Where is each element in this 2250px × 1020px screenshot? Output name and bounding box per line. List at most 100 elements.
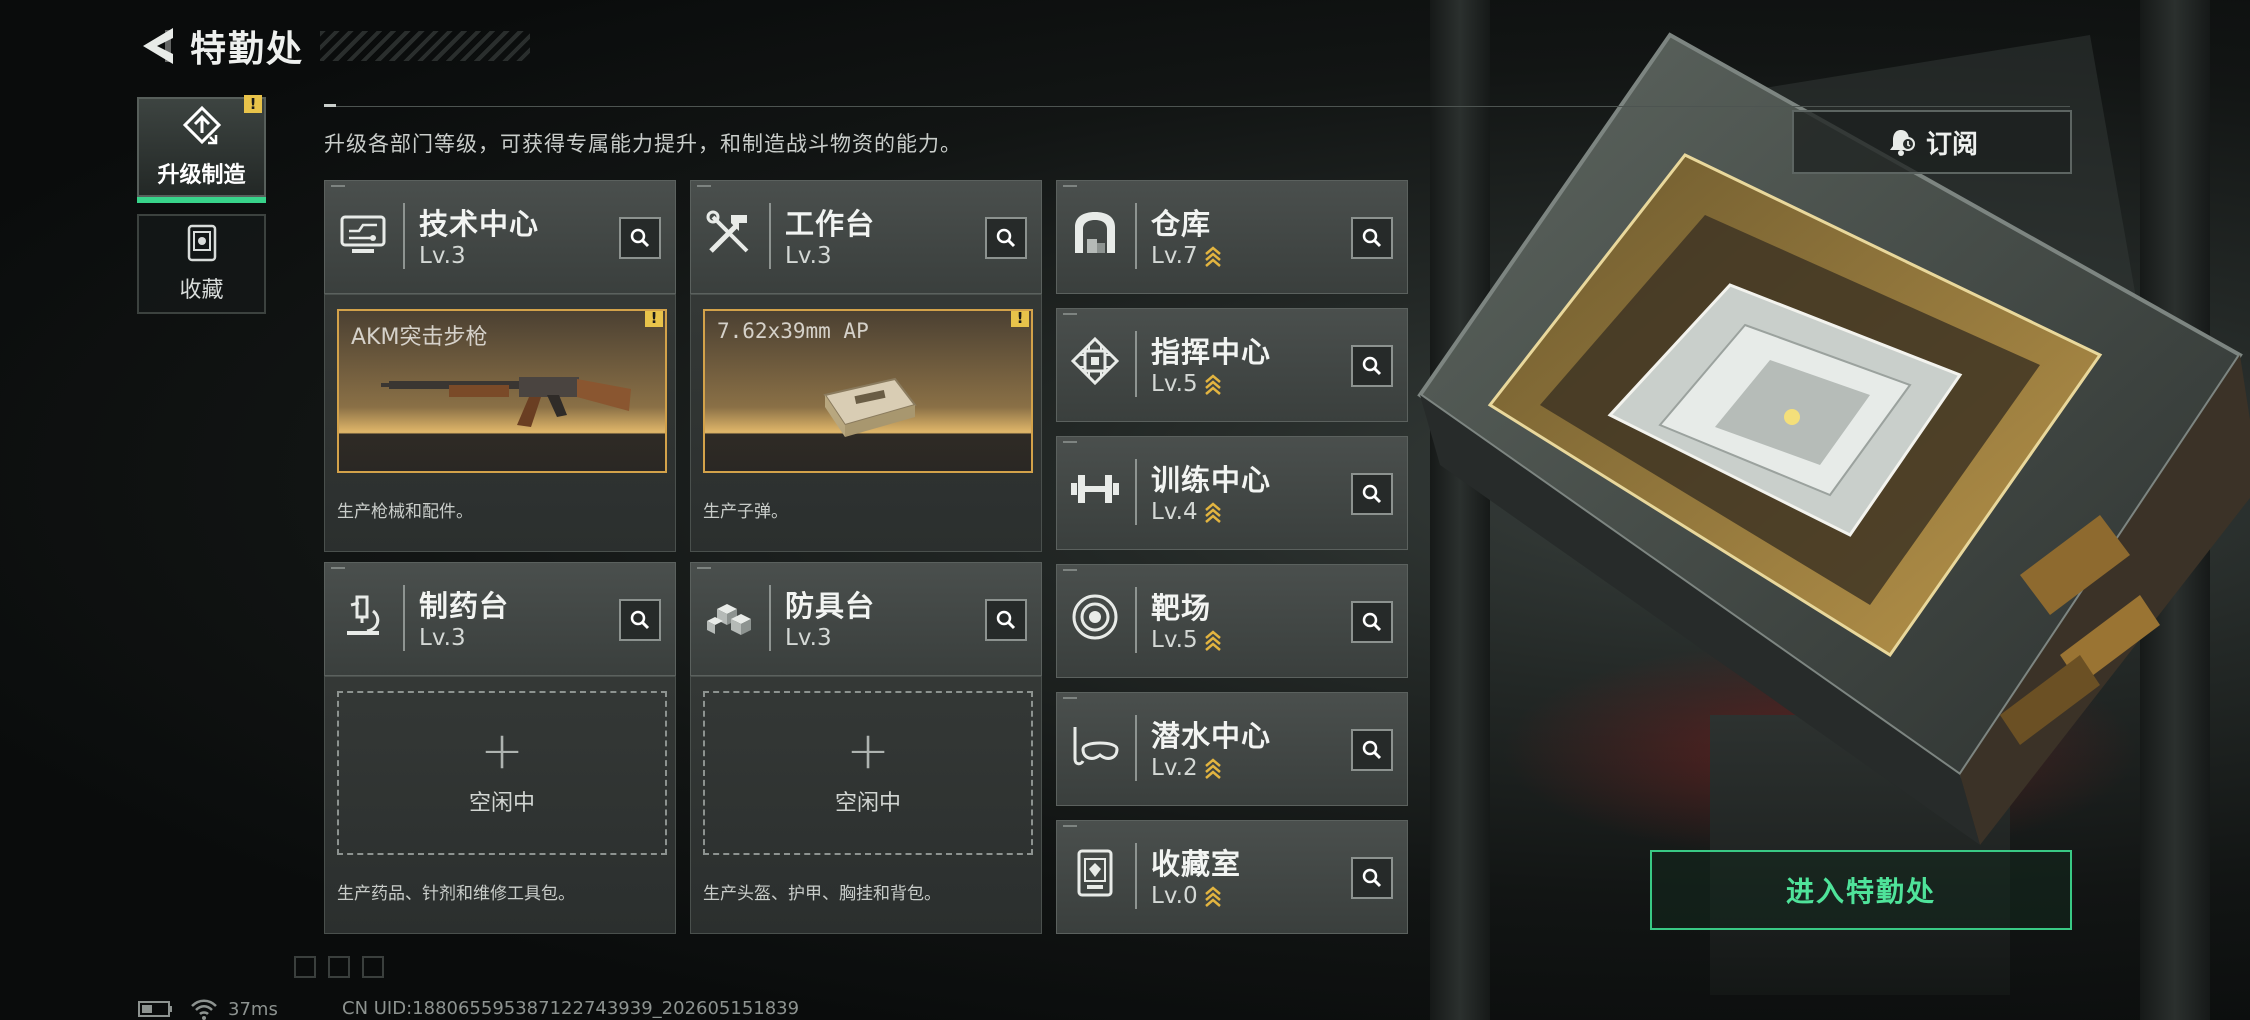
corner-tick (1063, 825, 1077, 827)
dept-card-shooting-range[interactable]: 靶场 Lv.5 (1056, 564, 1408, 678)
ammo-box-icon (823, 377, 917, 437)
corner-tick (1063, 441, 1077, 443)
dept-level: Lv.3 (785, 625, 832, 651)
production-panel-workbench: 7.62x39mm AP ! 生产子弹。 (690, 294, 1042, 552)
search-button[interactable] (1351, 217, 1393, 259)
decor-square (294, 956, 316, 978)
back-button[interactable] (136, 22, 180, 70)
search-button[interactable] (985, 599, 1027, 641)
rank-chevron-icon (1204, 886, 1221, 907)
dept-description: 生产药品、针剂和维修工具包。 (337, 884, 575, 904)
wifi-icon (191, 999, 217, 1020)
search-icon (1362, 484, 1382, 504)
dept-card-armor[interactable]: 防具台 Lv.3 (690, 562, 1042, 676)
search-button[interactable] (1351, 857, 1393, 899)
idle-label: 空闲中 (468, 791, 535, 816)
dept-name: 靶场 (1151, 591, 1212, 625)
search-button[interactable] (1351, 729, 1393, 771)
search-button[interactable] (985, 217, 1027, 259)
card-divider (1135, 459, 1137, 525)
search-icon (1362, 740, 1382, 760)
display-case-icon (1077, 849, 1113, 897)
search-icon (1362, 356, 1382, 376)
dept-card-diving-center[interactable]: 潜水中心 Lv.2 (1056, 692, 1408, 806)
decor-square (362, 956, 384, 978)
card-divider (1135, 331, 1137, 397)
dept-name: 技术中心 (419, 207, 540, 241)
dept-name: 工作台 (785, 207, 876, 241)
production-panel-tech: AKM突击步枪 ! 生产枪械和配件。 (324, 294, 676, 552)
bell-icon (1889, 130, 1915, 156)
dept-name: 训练中心 (1151, 463, 1272, 497)
search-button[interactable] (1351, 345, 1393, 387)
dept-level: Lv.5 (1151, 627, 1222, 653)
battery-icon (138, 1001, 172, 1017)
dept-card-workbench[interactable]: 工作台 Lv.3 (690, 180, 1042, 294)
dept-card-command-center[interactable]: 指挥中心 Lv.5 (1056, 308, 1408, 422)
dept-card-tech-center[interactable]: 技术中心 Lv.3 (324, 180, 676, 294)
production-panel-pharmacy: + 空闲中 生产药品、针剂和维修工具包。 (324, 676, 676, 934)
corner-tick (1063, 313, 1077, 315)
corner-tick (697, 185, 711, 187)
subscribe-button[interactable]: 订阅 (1792, 110, 2072, 174)
dept-card-pharmacy[interactable]: 制药台 Lv.3 (324, 562, 676, 676)
dept-card-collection-room[interactable]: 收藏室 Lv.0 (1056, 820, 1408, 934)
dumbbell-icon (1071, 475, 1119, 503)
plus-icon: + (480, 721, 524, 781)
dept-name: 制药台 (419, 589, 510, 623)
search-icon (1362, 612, 1382, 632)
dept-card-training-center[interactable]: 训练中心 Lv.4 (1056, 436, 1408, 550)
rank-chevron-icon (1204, 374, 1221, 395)
dept-level: Lv.4 (1151, 499, 1222, 525)
search-icon (1362, 228, 1382, 248)
warning-badge: ! (1011, 311, 1029, 327)
dept-level: Lv.0 (1151, 883, 1222, 909)
monitor-circuit-icon (340, 215, 386, 253)
chip-icon (1070, 336, 1120, 386)
card-divider (403, 585, 405, 651)
dept-name: 防具台 (785, 589, 876, 623)
dept-card-warehouse[interactable]: 仓库 Lv.7 (1056, 180, 1408, 294)
corner-tick (1063, 569, 1077, 571)
card-divider (1135, 203, 1137, 269)
production-slot-empty[interactable]: + 空闲中 (337, 691, 667, 855)
search-icon (630, 228, 650, 248)
search-button[interactable] (619, 217, 661, 259)
diving-mask-icon (1073, 727, 1119, 766)
dept-name: 仓库 (1151, 207, 1212, 241)
card-divider (1135, 715, 1137, 781)
divider-mark (324, 104, 336, 107)
production-slot-akm[interactable]: AKM突击步枪 ! (337, 309, 667, 473)
production-slot-ammo[interactable]: 7.62x39mm AP ! (703, 309, 1033, 473)
dept-level: Lv.3 (785, 243, 832, 269)
corner-tick (697, 567, 711, 569)
search-icon (1362, 868, 1382, 888)
cubes-icon (707, 604, 751, 635)
production-slot-empty[interactable]: + 空闲中 (703, 691, 1033, 855)
tab-upgrade-manufacture[interactable]: 升级制造 ! (137, 95, 266, 203)
dept-level: Lv.3 (419, 243, 466, 269)
rifle-icon (381, 377, 631, 427)
rank-chevron-icon (1204, 630, 1221, 651)
rank-chevron-icon (1204, 758, 1221, 779)
tab-collection[interactable]: 收藏 (137, 214, 266, 314)
search-button[interactable] (619, 599, 661, 641)
search-button[interactable] (1351, 473, 1393, 515)
title-decoration (320, 31, 531, 61)
subscribe-label: 订阅 (1925, 129, 1978, 160)
target-icon (1072, 594, 1118, 640)
idle-label: 空闲中 (834, 791, 901, 816)
tab-label: 升级制造 (157, 163, 246, 188)
enter-special-ops-button[interactable]: 进入特勤处 (1650, 850, 2072, 930)
search-button[interactable] (1351, 601, 1393, 643)
rank-chevron-icon (1204, 246, 1221, 267)
dept-name: 潜水中心 (1151, 719, 1272, 753)
dept-description: 生产头盔、护甲、胸挂和背包。 (703, 884, 941, 904)
enter-label: 进入特勤处 (1785, 875, 1936, 908)
dept-level: Lv.7 (1151, 243, 1222, 269)
card-divider (1135, 843, 1137, 909)
header: 特勤处 (136, 18, 531, 74)
card-divider (769, 203, 771, 269)
corner-tick (1063, 185, 1077, 187)
warning-badge: ! (645, 311, 663, 327)
